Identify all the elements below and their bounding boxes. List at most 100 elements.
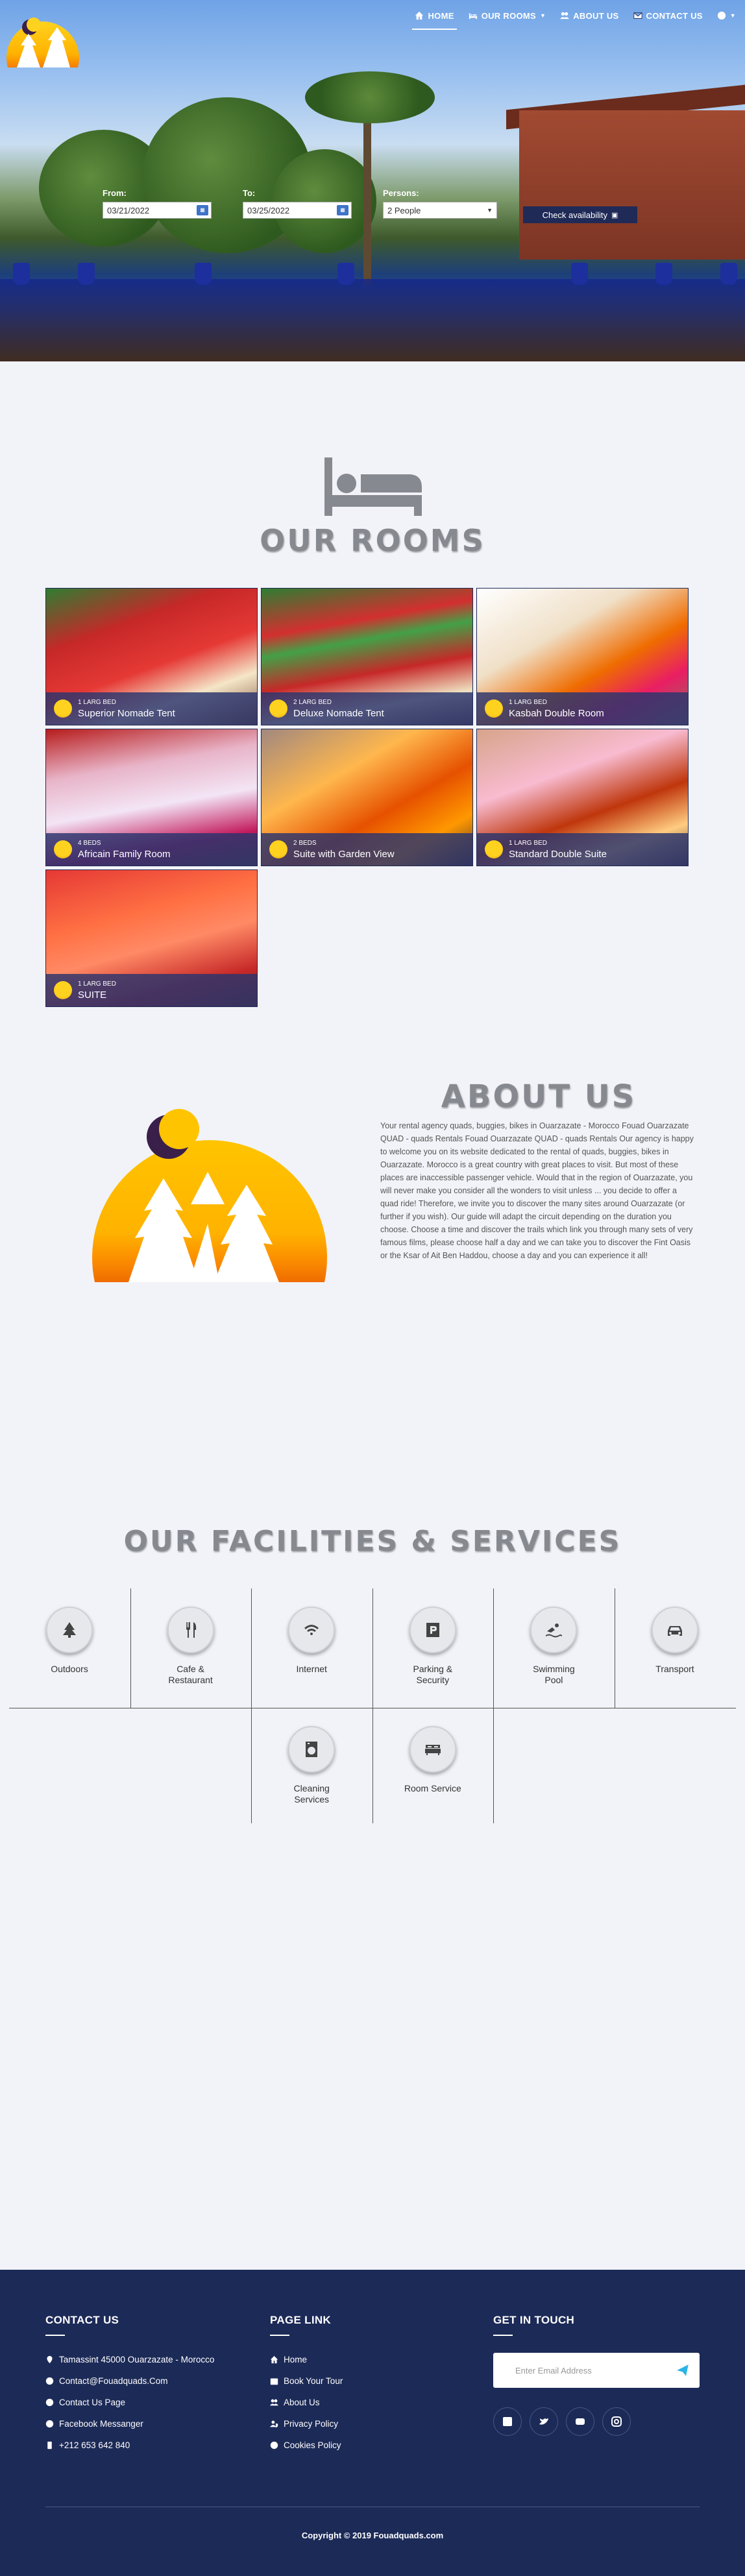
footer-email[interactable]: Contact@Fouadquads.Com [45, 2374, 214, 2387]
nav-language[interactable]: ▼ [717, 0, 736, 31]
from-label: From: [103, 188, 127, 198]
facility-icon-circle [409, 1607, 456, 1653]
facility-label: Internet [296, 1664, 327, 1674]
footer-link-cookies[interactable]: Cookies Policy [270, 2438, 343, 2451]
nav-contact-label: CONTACT US [646, 10, 703, 21]
footer-link-privacy[interactable]: Privacy Policy [270, 2417, 343, 2430]
footer-link-book[interactable]: Book Your Tour [270, 2374, 343, 2387]
room-card[interactable]: 1 LARG BED SUITE [45, 869, 258, 1007]
room-name[interactable]: Kasbah Double Room [509, 708, 604, 719]
nav-about[interactable]: ABOUT US [560, 0, 618, 31]
map-marker-icon [47, 2355, 53, 2363]
hero-pot [337, 263, 354, 285]
instagram-icon [611, 2416, 622, 2427]
persons-select[interactable]: 2 People ▼ [383, 202, 497, 219]
footer-link-home[interactable]: Home [270, 2353, 343, 2366]
facility-icon-circle [46, 1607, 93, 1653]
facility-item: Swimming Pool [493, 1607, 614, 1686]
facebook-link[interactable] [493, 2407, 522, 2436]
room-card[interactable]: 2 LARG BED Deluxe Nomade Tent [261, 588, 473, 725]
room-beds: 1 LARG BED [509, 839, 547, 847]
footer-link-about[interactable]: About Us [270, 2396, 343, 2409]
room-card[interactable]: 1 LARG BED Standard Double Suite [476, 729, 689, 866]
facility-item: Cleaning Services [251, 1726, 372, 1805]
main-nav: HOME OUR ROOMS ▼ ABOUT US CONTACT US ▼ [412, 0, 736, 31]
at-icon [45, 2377, 54, 2385]
room-name[interactable]: Standard Double Suite [509, 849, 607, 860]
to-label: To: [243, 188, 256, 198]
footer-contact-title: CONTACT US [45, 2314, 119, 2326]
facility-icon-circle [530, 1607, 578, 1653]
logo-badge-icon [269, 840, 287, 858]
room-name[interactable]: Suite with Garden View [293, 849, 395, 860]
footer-contact-page-link[interactable]: Contact Us Page [45, 2396, 214, 2409]
room-caption: 1 LARG BED Standard Double Suite [477, 833, 688, 866]
grid-divider [251, 1588, 252, 1708]
room-text: 2 BEDS Suite with Garden View [293, 840, 395, 860]
youtube-link[interactable] [566, 2407, 594, 2436]
social-links [493, 2407, 700, 2436]
washer-icon [306, 1742, 318, 1757]
persons-label: Persons: [383, 188, 419, 198]
room-caption: 4 BEDS Africain Family Room [46, 833, 257, 866]
instagram-link[interactable] [602, 2407, 631, 2436]
site-logo[interactable] [3, 8, 83, 77]
calendar-icon[interactable]: ▦ [337, 205, 348, 215]
paper-plane-icon[interactable] [676, 2364, 689, 2377]
to-date-value: 03/25/2022 [247, 205, 290, 215]
bed-icon [469, 13, 477, 19]
footer-email-text: Contact@Fouadquads.Com [59, 2376, 168, 2386]
facility-icon-circle [288, 1607, 336, 1653]
calendar-icon [270, 2377, 278, 2385]
twitter-link[interactable] [530, 2407, 558, 2436]
facebook-icon [503, 2417, 512, 2426]
room-name[interactable]: SUITE [78, 990, 116, 1001]
rooms-title: OUR ROOMS [260, 523, 485, 558]
newsletter-email-input[interactable]: Enter Email Address [493, 2353, 700, 2388]
grid-divider [130, 1588, 131, 1708]
room-card[interactable]: 1 LARG BED Superior Nomade Tent [45, 588, 258, 725]
room-name[interactable]: Africain Family Room [78, 849, 171, 860]
room-text: 1 LARG BED SUITE [78, 980, 116, 1001]
room-name[interactable]: Deluxe Nomade Tent [293, 708, 384, 719]
hero-pot [655, 263, 672, 285]
footer-messenger-link[interactable]: Facebook Messanger [45, 2417, 214, 2430]
logo-badge-icon [485, 840, 503, 858]
home-icon [270, 2355, 278, 2363]
footer-messenger-text: Facebook Messanger [59, 2418, 143, 2429]
calendar-icon[interactable]: ▦ [197, 205, 208, 215]
persons-field: Persons: 2 People ▼ [383, 188, 497, 219]
grid-divider [493, 1708, 495, 1823]
facility-item: Cafe & Restaurant [130, 1607, 251, 1686]
room-card[interactable]: 2 BEDS Suite with Garden View [261, 729, 473, 866]
nav-contact[interactable]: CONTACT US [633, 0, 703, 31]
room-card[interactable]: 1 LARG BED Kasbah Double Room [476, 588, 689, 725]
to-date-input[interactable]: 03/25/2022 ▦ [243, 202, 352, 219]
grid-divider [251, 1708, 252, 1823]
footer-link-home-label: Home [284, 2354, 308, 2364]
facility-label: Cleaning Services [293, 1783, 330, 1804]
nav-rooms[interactable]: OUR ROOMS ▼ [469, 0, 546, 31]
check-availability-button[interactable]: Check availability ▣ [523, 206, 637, 223]
chevron-down-icon: ▼ [729, 12, 736, 19]
room-name[interactable]: Superior Nomade Tent [78, 708, 175, 719]
facility-label: Parking & Security [413, 1664, 453, 1685]
room-card[interactable]: 4 BEDS Africain Family Room [45, 729, 258, 866]
nav-home[interactable]: HOME [412, 0, 457, 31]
footer-phone[interactable]: +212 653 642 840 [45, 2438, 214, 2451]
footer-touch-title: GET IN TOUCH [493, 2314, 575, 2326]
calendar-check-icon: ▣ [611, 211, 618, 219]
hero-palm-leaves [305, 71, 435, 123]
facility-item: Internet [251, 1607, 372, 1675]
email-placeholder: Enter Email Address [515, 2365, 592, 2376]
about-text: Your rental agency quads, buggies, bikes… [380, 1121, 694, 1260]
footer-contact-page-text: Contact Us Page [59, 2397, 126, 2407]
footer-address: Tamassint 45000 Ouarzazate - Morocco [45, 2353, 214, 2366]
parking-icon [426, 1623, 439, 1637]
from-date-value: 03/21/2022 [107, 205, 150, 215]
footer-link-cookies-label: Cookies Policy [284, 2440, 341, 2450]
from-date-input[interactable]: 03/21/2022 ▦ [103, 202, 212, 219]
room-beds: 2 BEDS [293, 839, 317, 847]
from-field: From: 03/21/2022 ▦ [103, 188, 212, 219]
home-icon [415, 11, 424, 20]
